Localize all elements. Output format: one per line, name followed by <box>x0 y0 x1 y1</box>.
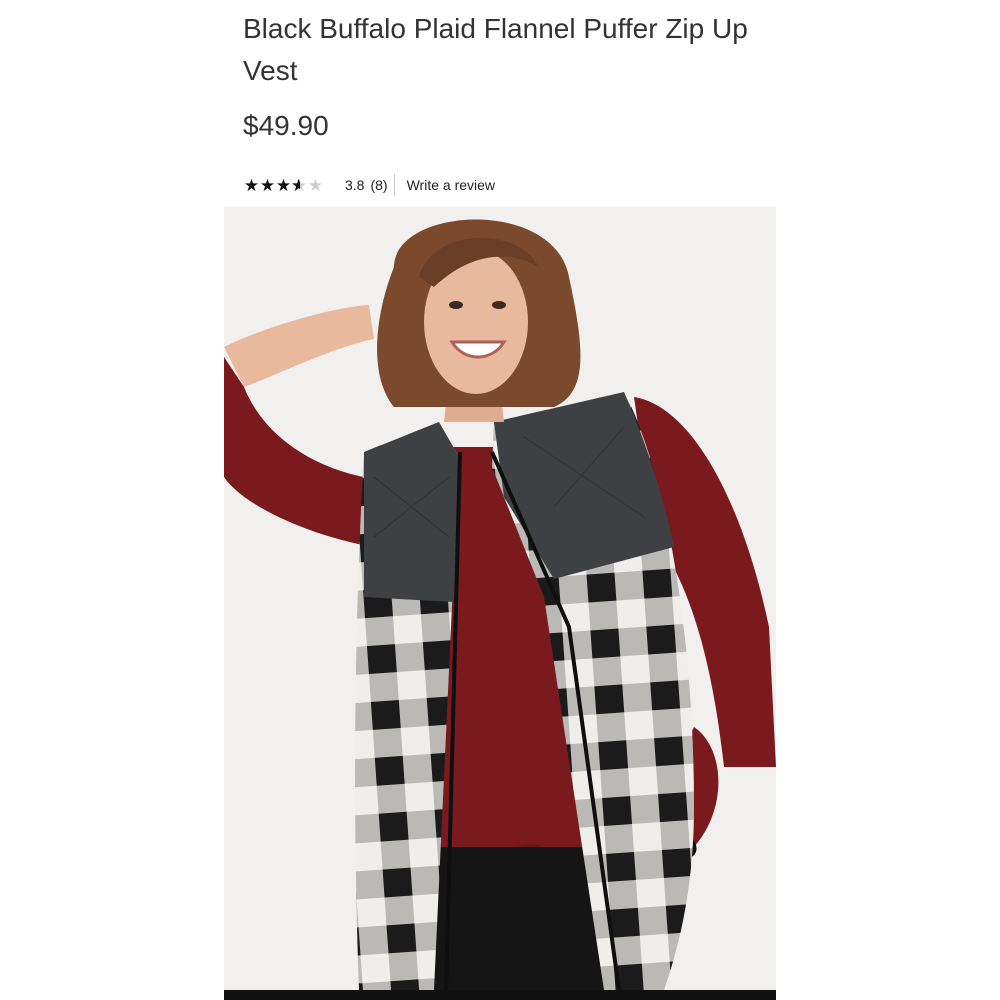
star-half-icon: ★ ★ <box>291 175 307 195</box>
write-review-link[interactable]: Write a review <box>407 177 495 193</box>
rating-value: 3.8 <box>345 177 365 193</box>
rating-count[interactable]: (8) <box>370 177 387 193</box>
product-panel: Black Buffalo Plaid Flannel Puffer Zip U… <box>224 0 776 1000</box>
bottom-bar <box>224 990 776 1000</box>
product-photo[interactable] <box>224 207 776 990</box>
rating-row: ★ ★ ★ ★ ★ ★ 3.8 (8) Write a review <box>243 172 495 198</box>
rating-divider <box>393 174 395 196</box>
star-icon: ★ <box>259 175 275 195</box>
product-title: Black Buffalo Plaid Flannel Puffer Zip U… <box>243 13 748 86</box>
model-illustration <box>224 207 776 990</box>
rating-stars[interactable]: ★ ★ ★ ★ ★ ★ <box>243 177 323 194</box>
star-icon: ★ <box>243 175 259 195</box>
star-empty-icon: ★ <box>307 175 323 195</box>
star-icon: ★ <box>275 175 291 195</box>
product-price: $49.90 <box>243 110 329 141</box>
